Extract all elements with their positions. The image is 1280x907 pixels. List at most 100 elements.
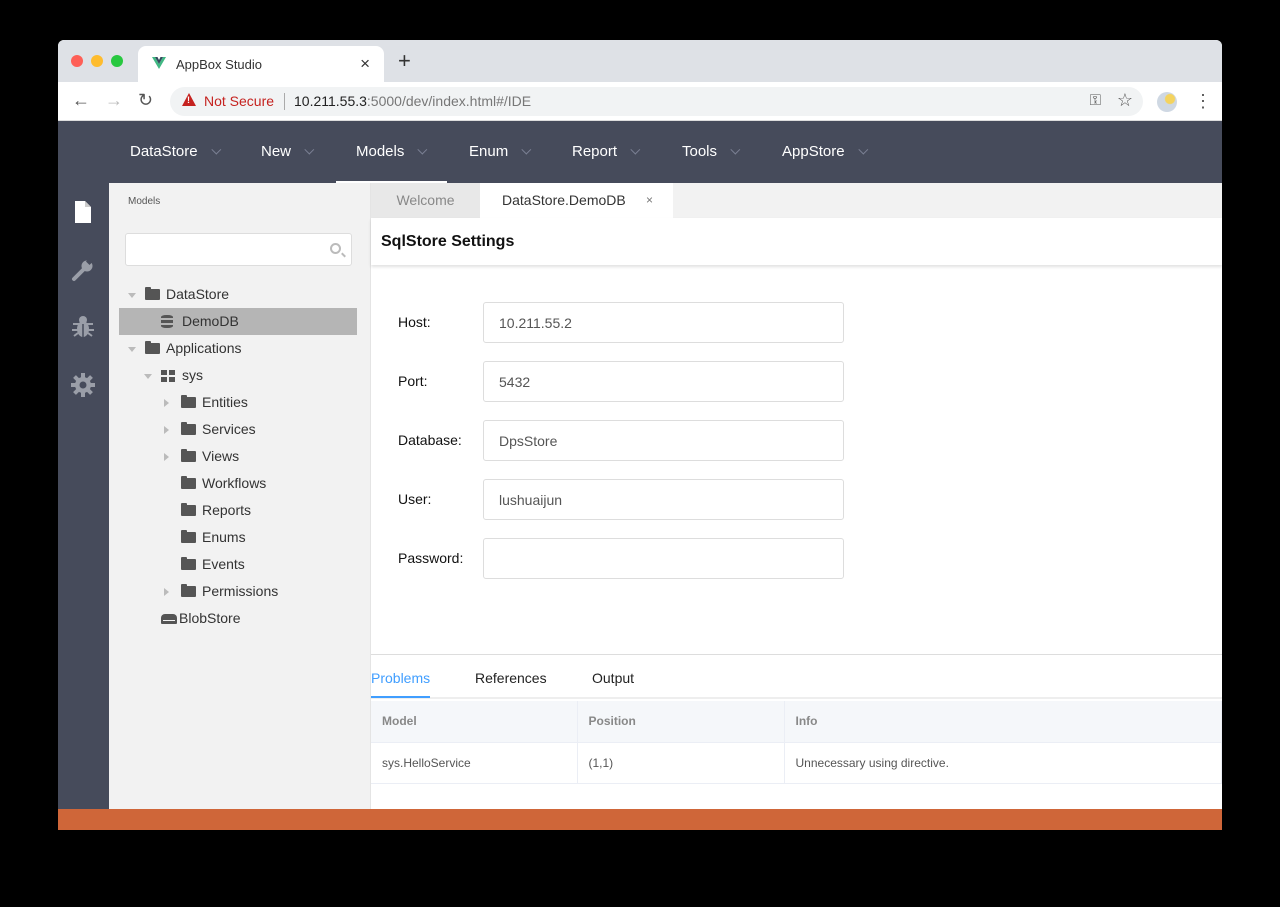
- wrench-icon[interactable]: [70, 257, 96, 283]
- caret-right-icon[interactable]: [164, 426, 169, 434]
- chevron-down-icon: [730, 144, 741, 155]
- menu-label: New: [261, 143, 292, 160]
- password-row: Password:: [371, 538, 1222, 579]
- sidebar-caption: Models: [128, 196, 161, 207]
- chevron-down-icon: [210, 144, 221, 155]
- menu-label: Models: [356, 143, 405, 160]
- tab-output[interactable]: Output: [592, 670, 634, 686]
- menu-datastore[interactable]: DataStore: [130, 121, 221, 183]
- column-header-info[interactable]: Info: [784, 701, 1222, 743]
- tree-node[interactable]: Services: [109, 416, 371, 443]
- menu-report[interactable]: Report: [572, 121, 641, 183]
- tree-node-label: Applications: [166, 340, 242, 356]
- bug-icon[interactable]: [70, 314, 96, 340]
- bottom-tabs: Problems References Output: [371, 655, 1222, 699]
- tree-node[interactable]: sys: [109, 362, 371, 389]
- tree-node[interactable]: DemoDB: [119, 308, 357, 335]
- password-input[interactable]: [483, 538, 844, 579]
- status-bar: [58, 809, 1222, 830]
- tab-problems[interactable]: Problems: [371, 670, 431, 698]
- tab-welcome[interactable]: Welcome: [371, 183, 480, 218]
- close-tab-icon[interactable]: ×: [646, 183, 653, 218]
- user-label: User:: [398, 491, 432, 507]
- browser-menu-icon[interactable]: ⋮: [1194, 91, 1212, 111]
- tree-node-label: Services: [202, 421, 256, 437]
- tree-node[interactable]: Workflows: [109, 470, 371, 497]
- activity-bar: [58, 183, 109, 809]
- tree-node[interactable]: Events: [109, 551, 371, 578]
- forward-icon[interactable]: →: [105, 90, 123, 110]
- table-row[interactable]: sys.HelloService (1,1) Unnecessary using…: [371, 742, 1222, 784]
- tree-node[interactable]: Enums: [109, 524, 371, 551]
- tree-node-label: Workflows: [202, 475, 267, 491]
- address-bar[interactable]: Not Secure 10.211.55.3:5000/dev/index.ht…: [170, 87, 1143, 116]
- caret-right-icon[interactable]: [164, 399, 169, 407]
- folder-icon: [181, 530, 196, 543]
- search-icon[interactable]: [330, 243, 341, 254]
- folder-icon: [145, 287, 160, 300]
- tree-search-input[interactable]: [126, 234, 316, 265]
- menu-appstore[interactable]: AppStore: [782, 121, 868, 183]
- menu-models[interactable]: Models: [335, 121, 448, 183]
- cell-position: (1,1): [577, 742, 785, 784]
- tree-node[interactable]: Reports: [109, 497, 371, 524]
- tab-label: Welcome: [396, 192, 455, 208]
- column-header-position[interactable]: Position: [577, 701, 785, 743]
- menu-enum[interactable]: Enum: [469, 121, 532, 183]
- caret-down-icon[interactable]: [128, 347, 136, 352]
- application-icon: [161, 370, 175, 382]
- menu-tools[interactable]: Tools: [682, 121, 741, 183]
- browser-tab[interactable]: AppBox Studio ×: [138, 46, 384, 82]
- security-indicator[interactable]: Not Secure: [204, 93, 274, 109]
- browser-window: AppBox Studio × + ← → ↻ Not Secure 10.21…: [58, 40, 1222, 830]
- caret-down-icon[interactable]: [128, 293, 136, 298]
- table-header-row: Model Position Info: [371, 701, 1222, 743]
- divider: [284, 93, 285, 110]
- close-tab-icon[interactable]: ×: [360, 54, 370, 74]
- new-tab-button[interactable]: +: [398, 50, 411, 72]
- tree-node[interactable]: BlobStore: [109, 605, 371, 632]
- tab-label: DataStore.DemoDB: [502, 192, 626, 208]
- reload-icon[interactable]: ↻: [138, 90, 153, 110]
- tab-datastore-demodb[interactable]: DataStore.DemoDB ×: [480, 183, 673, 218]
- caret-right-icon[interactable]: [164, 588, 169, 596]
- database-icon: [161, 315, 173, 328]
- blobstore-icon: [161, 614, 177, 624]
- tree-node-label: Permissions: [202, 583, 279, 599]
- host-row: Host:: [371, 302, 1222, 343]
- host-input[interactable]: [483, 302, 844, 343]
- tree-node-label: BlobStore: [179, 610, 241, 626]
- file-icon[interactable]: [70, 199, 96, 225]
- tree-node[interactable]: DataStore: [109, 281, 371, 308]
- menu-new[interactable]: New: [261, 121, 315, 183]
- minimize-window-button[interactable]: [91, 55, 103, 67]
- maximize-window-button[interactable]: [111, 55, 123, 67]
- user-row: User:: [371, 479, 1222, 520]
- tree-node[interactable]: Views: [109, 443, 371, 470]
- chevron-down-icon: [304, 144, 315, 155]
- user-input[interactable]: [483, 479, 844, 520]
- caret-down-icon[interactable]: [144, 374, 152, 379]
- caret-right-icon[interactable]: [164, 453, 169, 461]
- port-input[interactable]: [483, 361, 844, 402]
- column-header-model[interactable]: Model: [371, 701, 578, 743]
- bookmark-star-icon[interactable]: ☆: [1117, 90, 1133, 111]
- tree-node-label: Entities: [202, 394, 248, 410]
- tree-node[interactable]: Applications: [109, 335, 371, 362]
- key-icon[interactable]: ⚿: [1090, 92, 1101, 109]
- close-window-button[interactable]: [71, 55, 83, 67]
- profile-avatar[interactable]: [1157, 92, 1177, 112]
- gear-icon[interactable]: [70, 372, 96, 398]
- tree-node[interactable]: Entities: [109, 389, 371, 416]
- cell-model: sys.HelloService: [371, 742, 578, 784]
- url-text[interactable]: 10.211.55.3:5000/dev/index.html#/IDE: [294, 93, 531, 109]
- tree-node-label: Reports: [202, 502, 252, 518]
- port-row: Port:: [371, 361, 1222, 402]
- tab-references[interactable]: References: [475, 670, 547, 686]
- browser-tabstrip: AppBox Studio × +: [58, 40, 1222, 82]
- folder-icon: [145, 341, 160, 354]
- database-input[interactable]: [483, 420, 844, 461]
- back-icon[interactable]: ←: [72, 90, 90, 110]
- tree-node[interactable]: Permissions: [109, 578, 371, 605]
- tree-search[interactable]: [125, 233, 352, 266]
